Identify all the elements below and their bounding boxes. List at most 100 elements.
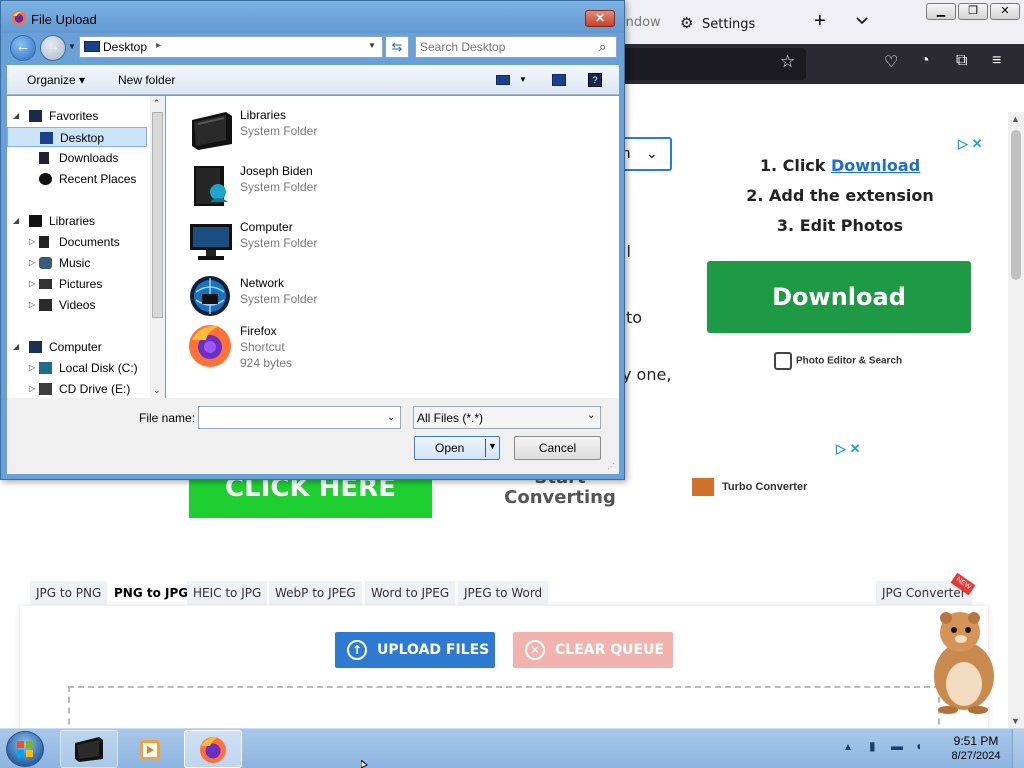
open-options-dropdown[interactable]: ▼ (488, 441, 497, 451)
scroll-down-icon[interactable]: ▼ (1011, 716, 1020, 726)
search-input[interactable] (420, 39, 590, 55)
bookmark-star-icon[interactable]: ☆ (780, 52, 795, 72)
ad-download-link[interactable]: Download (831, 156, 920, 175)
tab-jpg-to-png[interactable]: JPG to PNG (30, 581, 108, 605)
minimize-button[interactable]: ▁ (926, 3, 956, 20)
action-center-icon[interactable]: ▮ (869, 739, 876, 753)
ad-download-button[interactable]: Download (707, 261, 971, 333)
preview-pane-icon[interactable] (552, 74, 566, 86)
list-all-tabs-button[interactable] (856, 14, 868, 28)
search-box[interactable]: ⌕ (415, 36, 617, 58)
nav-item-favorites[interactable]: ◢ Favorites (7, 106, 147, 126)
nav-item-computer[interactable]: ◢ Computer (7, 337, 147, 357)
show-hidden-icons[interactable]: ▴ (845, 739, 851, 753)
volume-icon[interactable]: ◖ (915, 739, 922, 753)
dialog-title-bar[interactable]: File Upload ✕ (1, 1, 624, 33)
new-tab-button[interactable]: + (814, 10, 826, 32)
expand-arrow-icon[interactable]: ◢ (13, 211, 19, 231)
show-desktop-button[interactable] (1012, 729, 1024, 768)
nav-item-pictures[interactable]: ▷ Pictures (7, 274, 147, 294)
change-view-icon[interactable] (496, 75, 510, 85)
nav-item-libraries[interactable]: ◢ Libraries (7, 211, 147, 231)
account-icon[interactable]: ◔ (920, 52, 930, 70)
nav-item-documents[interactable]: ▷ Documents (7, 232, 147, 252)
help-icon[interactable]: ? (588, 73, 602, 87)
nav-item-local-disk[interactable]: ▷ Local Disk (C:) (7, 358, 147, 378)
taskbar-media-player-button[interactable] (122, 730, 180, 768)
refresh-icon[interactable]: ⇆ (385, 36, 409, 58)
expand-arrow-icon[interactable]: ▷ (29, 253, 35, 273)
expand-arrow-icon[interactable]: ▷ (29, 274, 35, 294)
tab-jpeg-to-word[interactable]: JPEG to Word (458, 581, 549, 605)
url-bar[interactable] (610, 48, 806, 80)
nav-item-desktop[interactable]: Desktop (7, 127, 147, 147)
expand-arrow-icon[interactable]: ▷ (29, 379, 35, 399)
nav-item-music[interactable]: ▷ Music (7, 253, 147, 273)
expand-arrow-icon[interactable]: ▷ (29, 232, 35, 252)
clock-time[interactable]: 9:51 PM (946, 734, 1006, 748)
page-text-fragment: y one, (622, 365, 672, 384)
maximize-button[interactable]: ❐ (958, 3, 988, 20)
nav-item-downloads[interactable]: Downloads (7, 148, 147, 168)
tab-settings[interactable]: ⚙ Settings (680, 10, 755, 36)
scroll-up-icon[interactable]: ⌃ (153, 98, 161, 109)
address-bar[interactable]: Desktop ▸ ▼ (79, 36, 383, 58)
ad-choices-icon[interactable]: ▷ ✕ (836, 441, 861, 457)
address-dropdown-icon[interactable]: ▼ (368, 41, 376, 50)
file-item-libraries[interactable]: Libraries System Folder (182, 104, 442, 156)
close-button[interactable]: ✕ (990, 3, 1020, 20)
upload-files-button[interactable]: ↑ UPLOAD FILES (335, 632, 495, 668)
tab-heic-to-jpg[interactable]: HEIC to JPG (187, 581, 268, 605)
page-scrollbar[interactable]: ▲ ▼ (1008, 112, 1024, 728)
start-button[interactable] (6, 731, 44, 767)
drop-zone[interactable] (68, 686, 940, 728)
ad-turbo-converter[interactable]: Turbo Converter (692, 478, 807, 496)
recent-locations-dropdown[interactable]: ▼ (68, 42, 76, 51)
dialog-close-button[interactable]: ✕ (585, 10, 615, 27)
extensions-icon[interactable]: ⧉ (956, 52, 967, 70)
tab-png-to-jpg[interactable]: PNG to JPG (108, 581, 195, 605)
open-button[interactable]: Open ▼ (414, 436, 500, 460)
forward-arrow-icon[interactable]: → (40, 35, 66, 61)
taskbar-firefox-button[interactable] (184, 730, 242, 768)
address-location[interactable]: Desktop (103, 40, 147, 54)
file-item-network[interactable]: Network System Folder (182, 272, 442, 324)
nav-item-cd-drive[interactable]: ▷ CD Drive (E:) (7, 379, 147, 399)
file-item-firefox[interactable]: Firefox Shortcut 924 bytes (182, 320, 442, 380)
new-folder-button[interactable]: New folder (118, 73, 175, 87)
file-name-dropdown-icon[interactable]: ⌄ (387, 412, 395, 423)
expand-arrow-icon[interactable]: ▷ (29, 295, 35, 315)
scrollbar-thumb[interactable] (1011, 130, 1021, 280)
search-icon[interactable]: ⌕ (599, 39, 606, 55)
scroll-up-icon[interactable]: ▲ (1011, 114, 1020, 124)
expand-arrow-icon[interactable]: ▷ (29, 358, 35, 378)
ad-choices-icon[interactable]: ▷ ✕ (958, 136, 983, 152)
nav-item-recent-places[interactable]: Recent Places (7, 169, 147, 189)
file-type-select[interactable]: All Files (*.*) ⌄ (413, 406, 601, 429)
hamster-mascot-image[interactable] (918, 606, 1008, 716)
network-icon[interactable]: ▬ (891, 739, 903, 753)
tab-webp-to-jpeg[interactable]: WebP to JPEG (269, 581, 362, 605)
menu-icon[interactable]: ≡ (992, 52, 1001, 70)
taskbar-explorer-button[interactable] (60, 730, 118, 768)
back-arrow-icon[interactable]: ← (10, 35, 36, 61)
expand-arrow-icon[interactable]: ◢ (13, 106, 19, 126)
file-item-computer[interactable]: Computer System Folder (182, 216, 442, 268)
resize-grip-icon[interactable]: ⋰ (607, 462, 615, 471)
expand-arrow-icon[interactable]: ◢ (13, 337, 19, 357)
organize-button[interactable]: Organize ▾ (27, 73, 85, 87)
file-item-user-folder[interactable]: Joseph Biden System Folder (182, 160, 442, 212)
file-name-input[interactable]: ⌄ (198, 406, 401, 429)
nav-scrollbar[interactable]: ⌃ ⌄ (150, 96, 165, 398)
view-options-dropdown[interactable]: ▼ (519, 75, 527, 84)
nav-scrollbar-thumb[interactable] (152, 112, 163, 318)
pocket-icon[interactable]: ♡ (884, 52, 898, 72)
scroll-down-icon[interactable]: ⌄ (153, 385, 161, 396)
browser-tab-partial[interactable]: indow (622, 10, 661, 36)
cancel-button[interactable]: Cancel (514, 436, 601, 460)
clear-queue-button[interactable]: ✕ CLEAR QUEUE (513, 632, 673, 668)
breadcrumb-arrow-icon[interactable]: ▸ (156, 40, 161, 51)
nav-item-videos[interactable]: ▷ Videos (7, 295, 147, 315)
clock-date[interactable]: 8/27/2024 (946, 750, 1006, 762)
tab-word-to-jpeg[interactable]: Word to JPEG (365, 581, 456, 605)
